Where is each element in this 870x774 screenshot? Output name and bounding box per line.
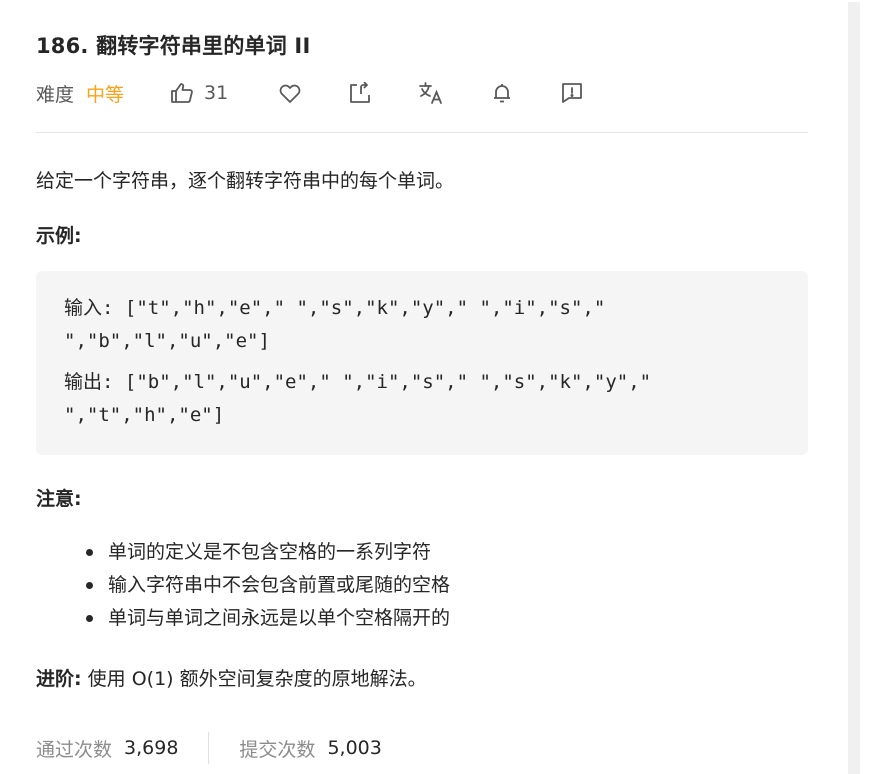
like-count: 31 (204, 82, 229, 104)
stats-divider (208, 732, 210, 764)
heart-icon (279, 84, 301, 103)
submission-stats: 通过次数 3,698 提交次数 5,003 (36, 732, 382, 764)
code-line: ","b","l","u","e"] (64, 330, 270, 352)
notes-heading: 注意: (36, 488, 82, 510)
submissions-count: 5,003 (327, 737, 382, 759)
notification-button[interactable] (490, 81, 514, 105)
translate-icon (419, 82, 443, 104)
advanced-note: 进阶: 使用 O(1) 额外空间复杂度的原地解法。 (36, 664, 427, 691)
example-code-block: 输入: ["t","h","e"," ","s","k","y"," ","i"… (36, 271, 808, 455)
accepted-count: 3,698 (124, 737, 179, 759)
advanced-text: 使用 O(1) 额外空间复杂度的原地解法。 (87, 668, 427, 690)
problem-description: 给定一个字符串，逐个翻转字符串中的每个单词。 (36, 170, 455, 192)
problem-toolbar: 难度 中等 31 (36, 79, 584, 107)
advanced-label: 进阶: (36, 668, 82, 690)
difficulty-badge: 中等 (86, 83, 125, 106)
problem-title: 186. 翻转字符串里的单词 II (36, 34, 311, 58)
share-button[interactable] (348, 82, 372, 104)
divider (36, 132, 808, 133)
code-line: 输入: ["t","h","e"," ","s","k","y"," ","i"… (64, 297, 606, 319)
favorite-button[interactable] (278, 82, 302, 104)
feedback-icon (562, 83, 583, 103)
notes-list: 单词的定义是不包含空格的一系列字符 输入字符串中不会包含前置或尾随的空格 单词与… (86, 538, 450, 637)
translate-button[interactable] (418, 81, 444, 105)
share-icon (350, 82, 371, 103)
code-line: 输出: ["b","l","u","e"," ","i","s"," ","s"… (64, 371, 652, 393)
thumbs-up-icon (171, 83, 193, 103)
accepted-label: 通过次数 (36, 738, 113, 761)
code-line: ","t","h","e"] (64, 404, 225, 426)
feedback-button[interactable] (560, 81, 584, 105)
example-heading: 示例: (36, 225, 82, 247)
bell-icon (494, 84, 511, 103)
scrollbar[interactable] (848, 2, 860, 774)
list-item: 输入字符串中不会包含前置或尾随的空格 (86, 571, 450, 604)
submissions-label: 提交次数 (239, 738, 316, 761)
list-item: 单词的定义是不包含空格的一系列字符 (86, 538, 450, 571)
difficulty-label: 难度 (36, 83, 75, 106)
list-item: 单词与单词之间永远是以单个空格隔开的 (86, 604, 450, 637)
like-button[interactable]: 31 (170, 82, 228, 104)
